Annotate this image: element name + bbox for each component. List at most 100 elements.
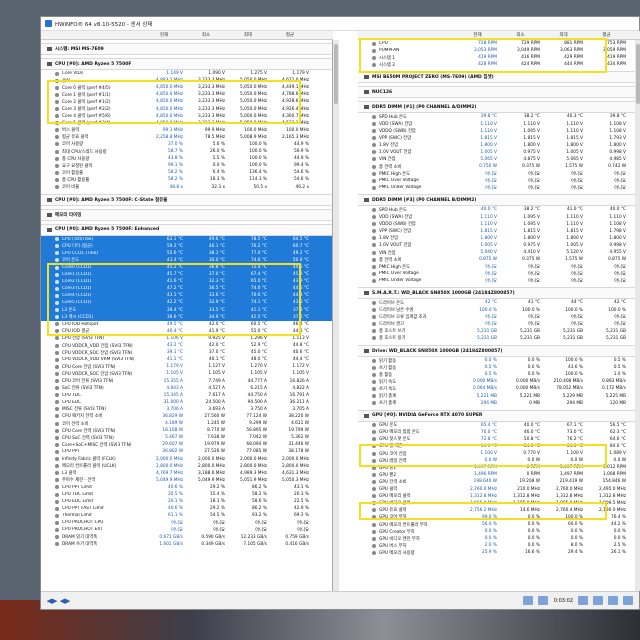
sensor-row[interactable]: 코어 활용률 58.2 % 6.4 % 136.4 % 54.6 % (41, 169, 332, 176)
sensor-row[interactable]: GPU 팬2 1,496 RPM 0 RPM 1,497 RPM 1,008 RPM (358, 471, 640, 478)
sensor-group-header[interactable]: DDR5 DIMM [#3] (P0 CHANNEL B/DIMM2) (358, 194, 640, 207)
sensor-row[interactable]: VIN 전압 5.065 V 4.875 V 5.065 V 4.985 V (358, 156, 640, 163)
sensor-row[interactable]: CPU 728 RPM 729 RPM 881 RPM 753 RPM (358, 40, 640, 47)
sensor-row[interactable]: GPU 클럭 2,760.0 MHz 210.0 MHz 2,760.0 MHz 2,4… (358, 486, 640, 493)
sensor-group-header[interactable]: NUC126 (358, 86, 640, 99)
sensor-row[interactable]: GPU 메모리 클럭 1,312.8 MHz 1,312.8 MHz 1,312.8 … (358, 493, 640, 500)
left-column-header[interactable]: 현재 최소 최대 평균 (41, 31, 333, 40)
sensor-row[interactable]: CPU 패키지 전력 소비 36.829 W 27.560 W 77.124 W 38.… (41, 413, 332, 420)
sensor-row[interactable]: GPU Creator 부하 0.0 % 0.0 % 0.0 % 0.0 % (358, 528, 640, 535)
sensor-row[interactable]: GPU 레일 전력 0.0 W 0.0 W 0.0 W 0.0 W (358, 457, 640, 464)
sensor-row[interactable]: GPU 전력 소비 198.640 W 19.208 W 219.419 W 154.8… (358, 478, 640, 485)
right-sensor-pane[interactable]: CPU 728 RPM 729 RPM 881 RPM 753 RPM PUMPFAN 3,… (358, 40, 640, 591)
sensor-row[interactable]: Core 5 클럭 (perf #3/4) 4,850.0 MHz 3,233.3 … (41, 120, 332, 127)
sensor-group-header[interactable]: CPU [#0]: AMD Ryzen 5 7500F: Enhanced (41, 223, 332, 236)
sensor-row[interactable]: Core1 (CCD1) 45.7 °C 37.0 °C 67.4 °C 45.2 °C (41, 271, 332, 279)
sensor-row[interactable]: GPU 비디오 엔진 부하 0.0 % 0.0 % 0.0 % 0.0 % (358, 535, 640, 542)
col-avg[interactable]: 평균 (271, 32, 313, 38)
sensor-row[interactable]: 총 호스트 읽기 5,231 GB 5,231 GB 5,231 GB 5,231 GB (358, 335, 640, 342)
sensor-row[interactable]: CPU PPT Limit 40.6 % 29.2 % 86.2 % 43.1 % (41, 484, 332, 491)
sensor-row[interactable]: CPU VDDCR_VDD VRM (SVI3 TFN) 41.1 °C 40.1 … (41, 356, 332, 363)
sensor-group-header[interactable]: 메모리 타이밍 (41, 208, 332, 221)
sensor-row[interactable]: VPP (SWC) 전압 1.815 V 1.815 V 1.815 V 1.798 V (358, 228, 640, 235)
sensor-row[interactable]: Core 3 클럭 (perf #2/2) 4,850.0 MHz 3,233.3 … (41, 105, 332, 112)
sensor-row[interactable]: VDD (SWA) 전압 1.110 V 1.110 V 1.110 V 1.108 V (358, 120, 640, 127)
sensor-row[interactable]: PMIC Under Voltage 아니요 아니요 아니요 아니요 (358, 277, 640, 284)
sensor-row[interactable]: GPU 메모리 접합 온도 70.0 °C 46.0 °C 73.0 °C 62.3 °… (358, 429, 640, 436)
sensor-row[interactable]: Thermal Limit 61.1 % 54.5 % 93.2 % 69.3 % (41, 512, 332, 519)
sensor-row[interactable]: CPU SoC 전력 (SVI3 TFN) 5.467 W 7.638 W 7.042… (41, 434, 332, 441)
sensor-row[interactable]: CPU TDC Limit 20.5 % 15.4 % 58.2 % 20.3 % (41, 491, 332, 498)
sensor-row[interactable]: CPU 전압 (SVI3 TFN) 1.106 V 0.925 V 1.296 V 1.… (41, 335, 332, 342)
sensor-row[interactable]: 총 활동 0.5 % 0.0 % 100.0 % 1.0 % (358, 371, 640, 378)
sensor-row[interactable]: Infinity Fabric 클럭 (FCLK) 2,000.0 MHz 2,00… (41, 456, 332, 463)
settings-icon[interactable] (578, 596, 588, 605)
sensor-row[interactable]: 메모리 컨트롤러 클럭 (UCLK) 2,800.0 MHz 2,800.0 MHz… (41, 463, 332, 470)
sensor-row[interactable]: DRAM 쓰기 대역폭 1.601 GB/s 0.349 GB/s 7.105 GB/… (41, 541, 332, 548)
sensor-group-header[interactable]: CPU [#0]: AMD Ryzen 5 7500F (41, 58, 332, 70)
sensor-row[interactable]: Core VIDs 1.149 V 1.090 V 1.275 V 1.179 V (41, 70, 332, 77)
sensor-row[interactable]: PMIC Over Voltage 아니요 아니요 아니요 아니요 (358, 177, 640, 184)
right-scrollbar[interactable] (635, 40, 640, 591)
sensor-row[interactable]: GPU 메모리 컨트롤러 부하 56.0 % 0.0 % 60.0 % 44.2 % (358, 521, 640, 528)
sensor-group-header[interactable]: GPU [#0]: NVIDIA GeForce RTX 4070 SUPER (358, 409, 640, 422)
sensor-row[interactable]: CPU PPT FAST Limit 40.6 % 29.2 % 86.2 % 42.9… (41, 505, 332, 512)
sensor-row[interactable]: CPU Core 전력 (SVI3 TFN) 18.108 W 8.770 W 56.… (41, 427, 332, 434)
sensor-row[interactable]: GPU 핫스팟 온도 72.8 °C 50.8 °C 76.2 °C 64.6 °C (358, 436, 640, 443)
sensor-row[interactable]: L3 온도 39.4 °C 33.5 °C 41.1 °C 37.8 °C (41, 306, 332, 314)
sensor-row[interactable]: 시스템 2 428 RPM 424 RPM 444 RPM 434 RPM (358, 61, 640, 68)
sensor-row[interactable]: 1.8V 전압 1.800 V 1.800 V 1.800 V 1.800 V (358, 142, 640, 149)
sensor-row[interactable]: 쓰기 속도 0.064 MB/s 0.000 MB/s 78.052 MB/s 0.17… (358, 385, 640, 392)
sensor-group-header[interactable]: DDR5 DIMM [#1] (P0 CHANNEL A/DIMM2) (358, 101, 640, 114)
sensor-row[interactable]: L3 클럭 4,769.7 MHz 3,188.6 MHz 4,989.3 MHz 4,… (41, 470, 332, 477)
sensor-row[interactable]: CPU PPT 36.802 W 27.526 W 77.085 W 38.178 W (41, 448, 332, 455)
sensor-row[interactable]: VIN 전압 5.040 V 4.410 V 5.120 V 4.955 V (358, 249, 640, 256)
sensor-row[interactable]: SoC 전류 (SVI3 TFN) 4.943 A 4.527 A 6.215 A 4.… (41, 385, 332, 392)
sensor-row[interactable]: PMIC High 온도 아니요 아니요 아니요 아니요 (358, 263, 640, 270)
sensor-row[interactable]: Core 1 클럭 (perf #1/1) 4,850.0 MHz 3,233.3 … (41, 91, 332, 98)
sensor-row[interactable]: 읽기 총계 5,221 MB 5,221 MB 5,229 MB 5,225 MB (358, 392, 640, 399)
sensor-row[interactable]: 총 전력 소비 0.875 W 0.375 W 1.575 W 0.875 W (358, 256, 640, 263)
sensor-row[interactable]: MISC 전류 (SVI3 TFN) 3.706 A 3.693 A 3.750 A 3… (41, 406, 332, 413)
sensor-row[interactable]: 드라이브 남은 수명 100.0 % 100.0 % 100.0 % 100.0 % (358, 307, 640, 314)
sensor-row[interactable]: CPU VDDCR_SOC 전압 (SVI3 TFN) 39.1 °C 37.0 °… (41, 349, 332, 356)
sensor-row[interactable]: GPU 버스 부하 2.0 % 0.0 % 8.0 % 2.5 % (358, 542, 640, 549)
sensor-row[interactable]: GPU 열 제한 84.0 °C 84.0 °C 84.0 °C 84.0 °C (358, 443, 640, 450)
report-icon[interactable] (593, 596, 603, 605)
sensor-row[interactable]: GPU 유효 클럭 2,756.2 MHz 14.6 MHz 2,760.4 MHz 2… (358, 507, 640, 514)
sensor-row[interactable]: 총 호스트 쓰기 5,231 GB 5,231 GB 5,231 GB 5,231 GB (358, 328, 640, 335)
sensor-row[interactable]: GPU 메모리 사용량 25.9 % 16.6 % 29.4 % 26.1 % (358, 549, 640, 556)
sensor-group-header[interactable]: Drive: WD_BLACK SN850X 1000GB (24184Z800… (358, 345, 640, 357)
sensor-row[interactable]: VDD (SWA) 전압 1.110 V 1.095 V 1.110 V 1.110 V (358, 214, 640, 221)
sensor-row[interactable]: CPU Core 전압 (SVI3 TFN) 1.179 V 1.127 V 1.27… (41, 363, 332, 370)
sensor-row[interactable]: CPU VDDCR_VDD 전압 (SVI3 TFN) 43.2 °C 42.0 °… (41, 342, 332, 349)
left-sensor-pane[interactable]: 시스템: MSI MS-7E09 CPU [#0]: AMD Ryzen 5 75… (41, 40, 333, 591)
sensor-row[interactable]: CPU CCD1 (Tdie) 55.6 °C 38.1 °C 77.0 °C 49.2… (41, 249, 332, 257)
sensor-row[interactable]: CPU PROCHOT EXT 아니요 아니요 아니요 아니요 (41, 526, 332, 533)
sensor-row[interactable]: 쓰기 총계 294 MB 0 MB 294 MB 120 MB (358, 400, 640, 407)
sensor-row[interactable]: GPU 코어 부하 99.0 % 0.0 % 100.0 % 76.4 % (358, 514, 640, 521)
col-current[interactable]: 현재 (145, 32, 187, 38)
sensor-row[interactable]: Core3 (CCD1) 47.2 °C 36.5 °C 74.6 °C 44.6 °C (41, 285, 332, 293)
sensor-row[interactable]: 읽기 속도 0.000 MB/s 0.000 MB/s 210.408 MB/s 0.8… (358, 378, 640, 385)
sensor-row[interactable]: 읽기 활동 0.0 % 0.0 % 100.0 % 0.5 % (358, 357, 640, 364)
sensor-row[interactable]: Core0 (CCD1) 45.2 °C 36.8 °C 72.4 °C 44.6 °C (41, 263, 332, 272)
sensor-row[interactable]: 코어 온도 43.4 °C 30.0 °C 74.6 °C 50.0 °C (41, 256, 332, 264)
sensor-row[interactable]: CPU IOD Hotspot 49.5 °C 42.0 °C 60.5 °C 46.8… (41, 321, 332, 328)
sensor-row[interactable]: CPU 다이 (평균) 59.2 °C 46.1 °C 76.2 °C 60.7 °C (41, 242, 332, 250)
sensor-row[interactable]: VPP (SWC) 전압 1.815 V 1.815 V 1.815 V 1.793 V (358, 135, 640, 142)
col-min[interactable]: 최소 (501, 32, 544, 38)
sensor-row[interactable]: 총 전력 소비 0.750 W 0.375 W 1.575 W 0.742 W (358, 163, 640, 170)
sensor-row[interactable]: 드라이브 경고 아니요 아니요 아니요 아니요 (358, 321, 640, 328)
scroll-thumb[interactable] (636, 44, 640, 104)
sensor-row[interactable]: 주파수 제한 - 전역 5,049.9 MHz 5,049.9 MHz 5,051.9… (41, 477, 332, 484)
sensor-group-header[interactable]: 시스템: MSI MS-7E09 (41, 43, 332, 55)
sensor-row[interactable]: GPU 코어 전압 1.100 V 0.770 V 1.100 V 1.089 V (358, 450, 640, 457)
col-max[interactable]: 최대 (229, 32, 271, 38)
sensor-row[interactable]: 평균 유효 클럭 2,258.8 MHz 78.5 MHz 5,008.9 MHz 2,… (41, 134, 332, 141)
col-avg[interactable]: 평균 (587, 32, 630, 38)
nav-double-icon[interactable]: ◀▶ (60, 597, 71, 605)
sensor-row[interactable]: CPU TDC 15.345 A 7.617 A 44.750 A 16.791 A (41, 392, 332, 399)
network-icon[interactable] (522, 596, 533, 605)
sensor-row[interactable]: VDDQ (SWB) 전압 1.110 V 1.095 V 1.110 V 1.108 … (358, 221, 640, 228)
